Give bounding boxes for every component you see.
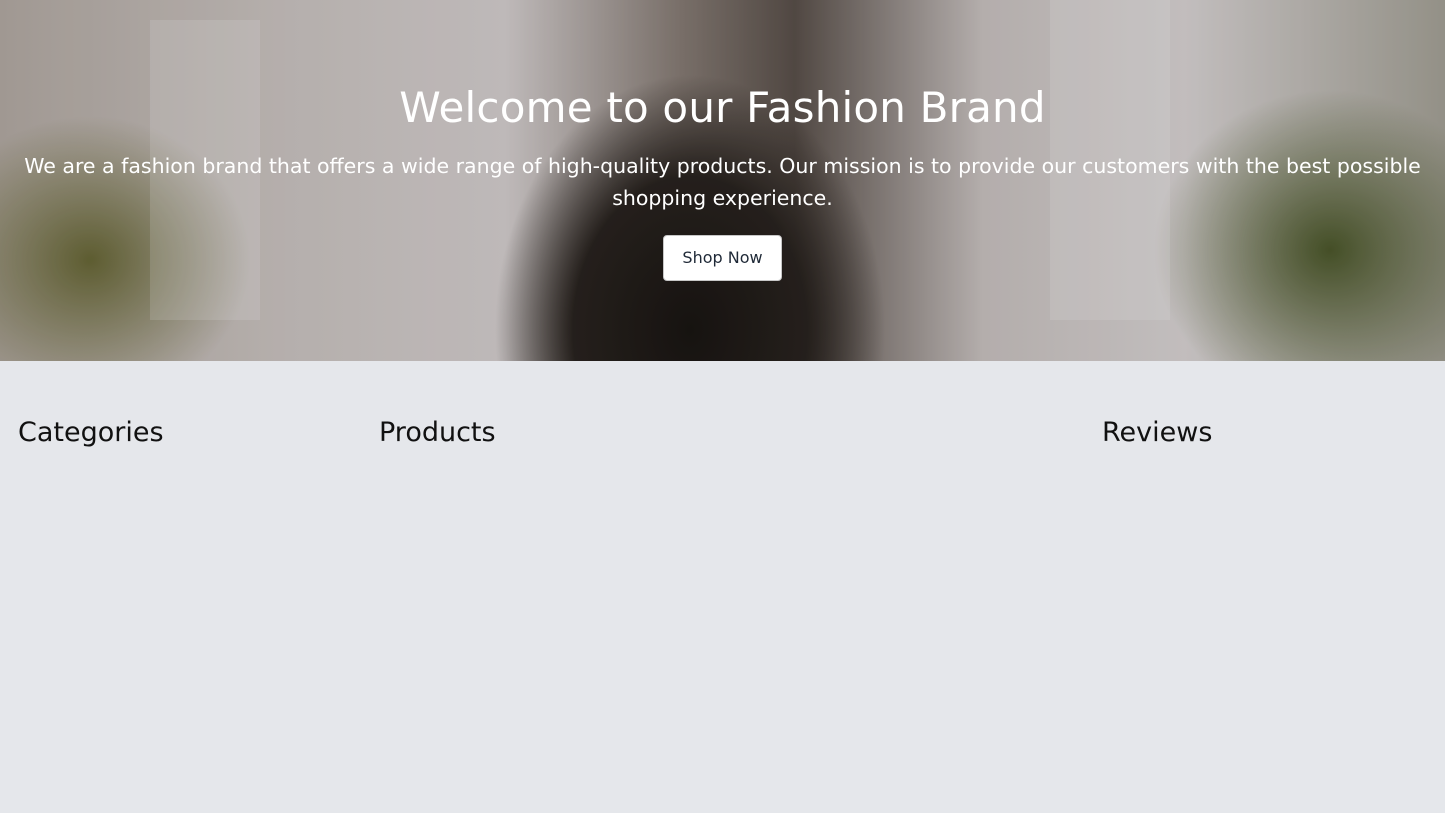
hero-title: Welcome to our Fashion Brand: [399, 83, 1046, 132]
products-heading: Products: [379, 417, 496, 448]
hero-banner: Welcome to our Fashion Brand We are a fa…: [0, 0, 1445, 361]
reviews-heading: Reviews: [1102, 417, 1213, 448]
categories-heading: Categories: [18, 417, 164, 448]
content-columns: Categories Products Reviews: [0, 361, 1445, 813]
hero-content: Welcome to our Fashion Brand We are a fa…: [0, 80, 1445, 281]
shop-now-button[interactable]: Shop Now: [663, 235, 782, 281]
hero-description: We are a fashion brand that offers a wid…: [24, 154, 1421, 210]
